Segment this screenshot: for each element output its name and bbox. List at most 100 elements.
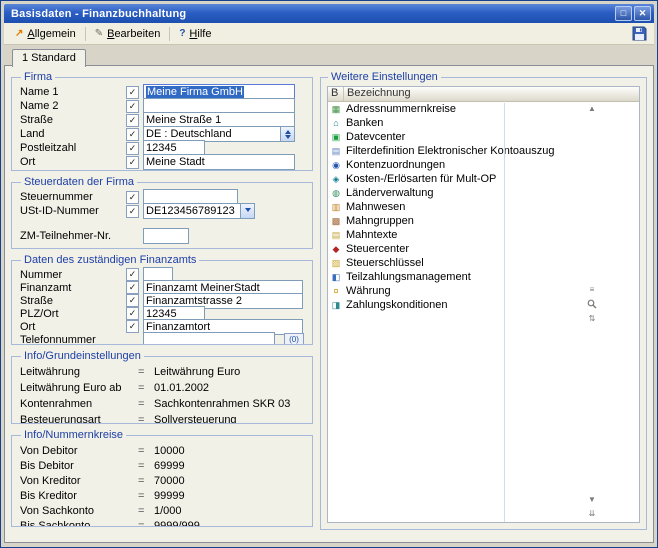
- equals-icon: =: [138, 520, 154, 528]
- column-header-b[interactable]: B: [328, 87, 344, 101]
- check-icon[interactable]: ✓: [126, 205, 139, 218]
- datevcenter-icon: ▣: [328, 132, 344, 142]
- scroll-top-icon[interactable]: ▲: [588, 104, 596, 113]
- app-window: Basisdaten - Finanzbuchhaltung □ ✕ ↗ All…: [0, 0, 658, 548]
- dropdown-arrow-icon[interactable]: [240, 204, 254, 218]
- bis-kreditor-label: Bis Kreditor: [20, 490, 138, 502]
- maximize-button[interactable]: □: [615, 6, 632, 21]
- list-item-label: Datevcenter: [344, 131, 405, 143]
- menu-bar: ↗ Allgemein ✎ Bearbeiten ? Hilfe: [4, 23, 654, 45]
- check-icon[interactable]: ✓: [126, 156, 139, 169]
- search-icon[interactable]: [587, 299, 597, 309]
- von-debitor-value: 10000: [154, 445, 185, 457]
- grundeinstellungen-legend: Info/Grundeinstellungen: [21, 350, 144, 362]
- equals-icon: =: [138, 460, 154, 472]
- bis-debitor-value: 69999: [154, 460, 185, 472]
- form-row: Telefonnummer (0): [20, 333, 304, 345]
- equals-icon: =: [138, 382, 154, 394]
- check-icon[interactable]: ✓: [126, 128, 139, 141]
- scroll-bottom-icon[interactable]: ⇊: [589, 509, 596, 518]
- sort-icon[interactable]: ⇅: [589, 314, 596, 323]
- fa-nummer-label: Nummer: [20, 269, 126, 281]
- list-item-label: Banken: [344, 117, 383, 129]
- main-panel: Firma Name 1 ✓ Meine Firma GmbH Name 2 ✓…: [4, 65, 654, 543]
- check-icon[interactable]: ✓: [126, 320, 139, 333]
- leitwaehrung-label: Leitwährung: [20, 366, 138, 378]
- save-button[interactable]: [628, 25, 650, 43]
- menu-bearbeiten[interactable]: ✎ Bearbeiten: [88, 25, 168, 43]
- spinner-icon[interactable]: [280, 127, 294, 141]
- tab-strip: 1 Standard: [4, 45, 654, 65]
- close-button[interactable]: ✕: [634, 6, 651, 21]
- scroll-down-icon[interactable]: ▼: [588, 495, 596, 504]
- menu-hilfe[interactable]: ? Hilfe: [172, 25, 218, 43]
- nummernkreise-group: Info/Nummernkreise Von Debitor = 10000 B…: [11, 429, 313, 527]
- menu-bearbeiten-label: Bearbeiten: [107, 28, 160, 40]
- form-row: Name 1 ✓ Meine Firma GmbH: [20, 85, 304, 99]
- info-row: Leitwährung = Leitwährung Euro: [20, 364, 304, 380]
- info-row: Kontenrahmen = Sachkontenrahmen SKR 03: [20, 396, 304, 412]
- zm-input[interactable]: [143, 228, 189, 244]
- tab-standard[interactable]: 1 Standard: [12, 49, 86, 67]
- check-icon[interactable]: ✓: [126, 191, 139, 204]
- check-icon[interactable]: ✓: [126, 86, 139, 99]
- leitwaehrung-ab-label: Leitwährung Euro ab: [20, 382, 138, 394]
- check-icon[interactable]: ✓: [126, 114, 139, 127]
- strasse-label: Straße: [20, 114, 126, 126]
- info-row: Von Kreditor = 70000: [20, 473, 304, 488]
- menu-separator: [169, 27, 170, 41]
- menu-hilfe-label: Hilfe: [189, 28, 211, 40]
- finanzamt-group: Daten des zuständigen Finanzamts Nummer …: [11, 254, 313, 345]
- form-row: Straße ✓: [20, 113, 304, 127]
- list-item-label: Steuercenter: [344, 243, 409, 255]
- menu-allgemein-label: Allgemein: [27, 28, 75, 40]
- close-icon: ✕: [639, 8, 647, 18]
- banken-icon: ⌂: [328, 118, 344, 128]
- mahnwesen-icon: ▥: [328, 202, 344, 212]
- kontenrahmen-label: Kontenrahmen: [20, 398, 138, 410]
- ort-input[interactable]: [143, 154, 295, 170]
- fa-telefon-input[interactable]: [143, 332, 275, 346]
- check-icon[interactable]: ✓: [126, 307, 139, 320]
- info-row: Leitwährung Euro ab = 01.01.2002: [20, 380, 304, 396]
- form-row: Name 2 ✓: [20, 99, 304, 113]
- column-header-bezeichnung[interactable]: Bezeichnung: [344, 87, 639, 101]
- equals-icon: =: [138, 414, 154, 424]
- besteuerungsart-label: Besteuerungsart: [20, 414, 138, 424]
- firma-legend: Firma: [21, 71, 55, 83]
- check-icon[interactable]: ✓: [126, 142, 139, 155]
- check-icon[interactable]: ✓: [126, 294, 139, 307]
- von-kreditor-label: Von Kreditor: [20, 475, 138, 487]
- steuernummer-label: Steuernummer: [20, 191, 126, 203]
- equals-icon: =: [138, 398, 154, 410]
- menu-allgemein[interactable]: ↗ Allgemein: [8, 25, 83, 43]
- info-row: Besteuerungsart = Sollversteuerung: [20, 412, 304, 424]
- ustid-select[interactable]: DE123456789123: [143, 203, 255, 219]
- filterdefinition-icon: ▤: [328, 146, 344, 156]
- von-debitor-label: Von Debitor: [20, 445, 138, 457]
- list-item-label: Länderverwaltung: [344, 187, 433, 199]
- dial-button[interactable]: (0): [284, 333, 304, 346]
- kontenzuordnungen-icon: ◉: [328, 160, 344, 170]
- list-menu-icon[interactable]: ≡: [590, 285, 595, 294]
- nummernkreise-legend: Info/Nummernkreise: [21, 429, 126, 441]
- check-icon[interactable]: ✓: [126, 268, 139, 281]
- mahngruppen-icon: ▩: [328, 216, 344, 226]
- column-divider: [504, 103, 505, 522]
- leitwaehrung-ab-value: 01.01.2002: [154, 382, 209, 394]
- check-icon[interactable]: ✓: [126, 100, 139, 113]
- bis-sachkonto-label: Bis Sachkonto: [20, 520, 138, 528]
- selected-text: Meine Firma GmbH: [146, 86, 244, 98]
- form-row: Steuernummer ✓: [20, 190, 304, 204]
- finanzamt-legend: Daten des zuständigen Finanzamts: [21, 254, 199, 266]
- laenderverwaltung-icon: ◍: [328, 188, 344, 198]
- check-icon[interactable]: ✓: [126, 281, 139, 294]
- info-row: Von Debitor = 10000: [20, 443, 304, 458]
- window-title: Basisdaten - Finanzbuchhaltung: [11, 8, 613, 20]
- kontenrahmen-value: Sachkontenrahmen SKR 03: [154, 398, 290, 410]
- fa-strasse-label: Straße: [20, 295, 126, 307]
- ort-label: Ort: [20, 156, 126, 168]
- land-label: Land: [20, 128, 126, 140]
- von-kreditor-value: 70000: [154, 475, 185, 487]
- leitwaehrung-value: Leitwährung Euro: [154, 366, 240, 378]
